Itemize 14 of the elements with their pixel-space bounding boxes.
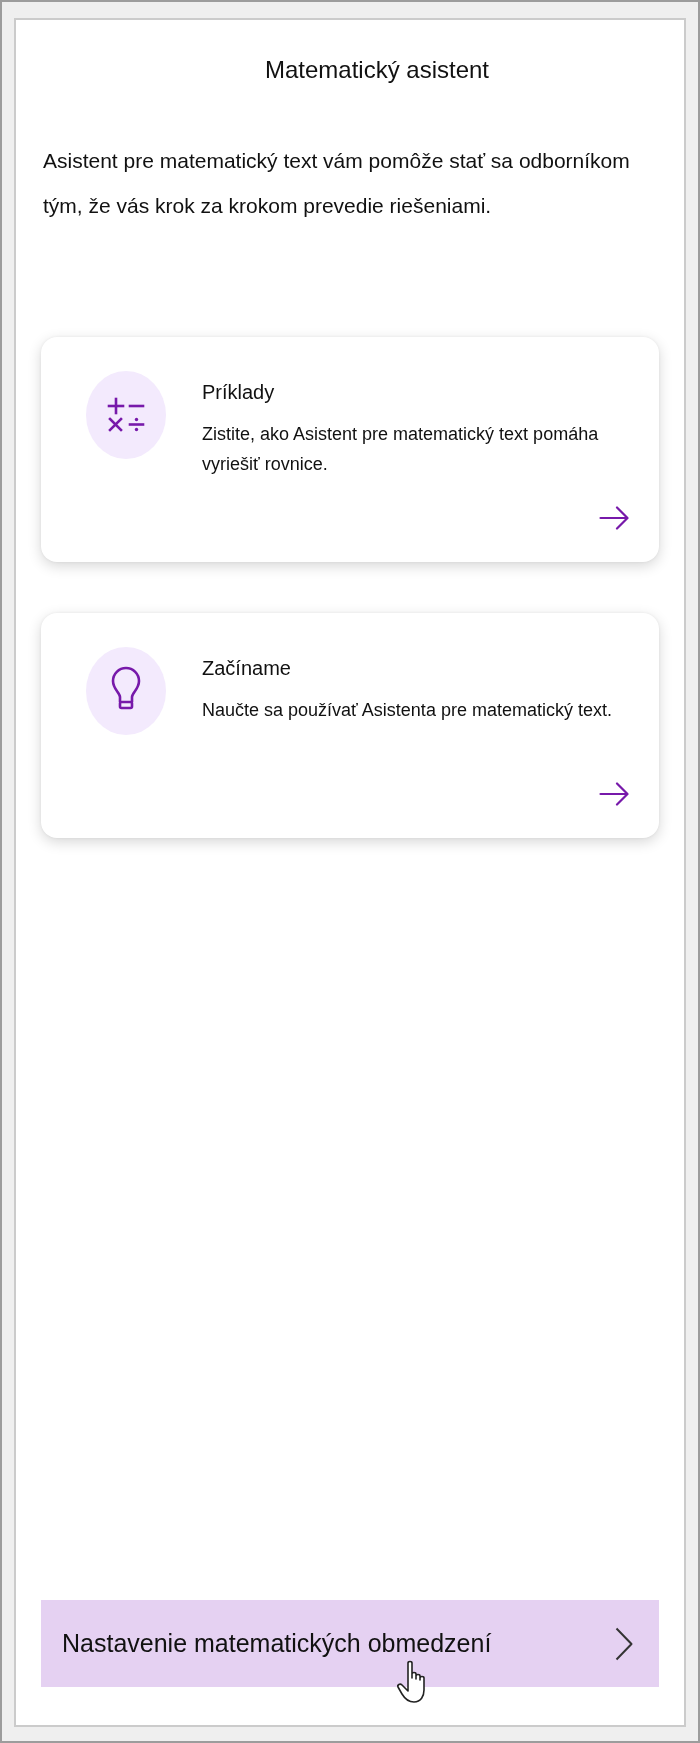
- intro-text: Asistent pre matematický text vám pomôže stať sa odborníkom tým, že vás krok za krokom prevedie riešeniami.: [43, 148, 631, 219]
- card-description: Naučte sa používať Asistenta pre matematický text.: [202, 699, 613, 722]
- math-operators-icon: [86, 371, 166, 459]
- feature-card[interactable]: Príklady Zistite, ako Asistent pre matematický text pomáha vyriešiť rovnice.: [41, 337, 659, 562]
- feature-card[interactable]: Začíname Naučte sa používať Asistenta pre matematický text.: [41, 613, 659, 838]
- card-title: Príklady: [202, 380, 276, 405]
- chevron-right-icon: [615, 1626, 633, 1661]
- arrow-right-icon: [599, 506, 629, 530]
- lightbulb-icon: [86, 647, 166, 735]
- card-title: Začíname: [202, 656, 292, 681]
- panel-title: Matematický asistent: [264, 55, 490, 85]
- settings-button[interactable]: Nastavenie matematických obmedzení: [41, 1600, 659, 1687]
- card-description: Zistite, ako Asistent pre matematický text pomáha vyriešiť rovnice.: [202, 423, 600, 476]
- arrow-right-icon: [599, 782, 629, 806]
